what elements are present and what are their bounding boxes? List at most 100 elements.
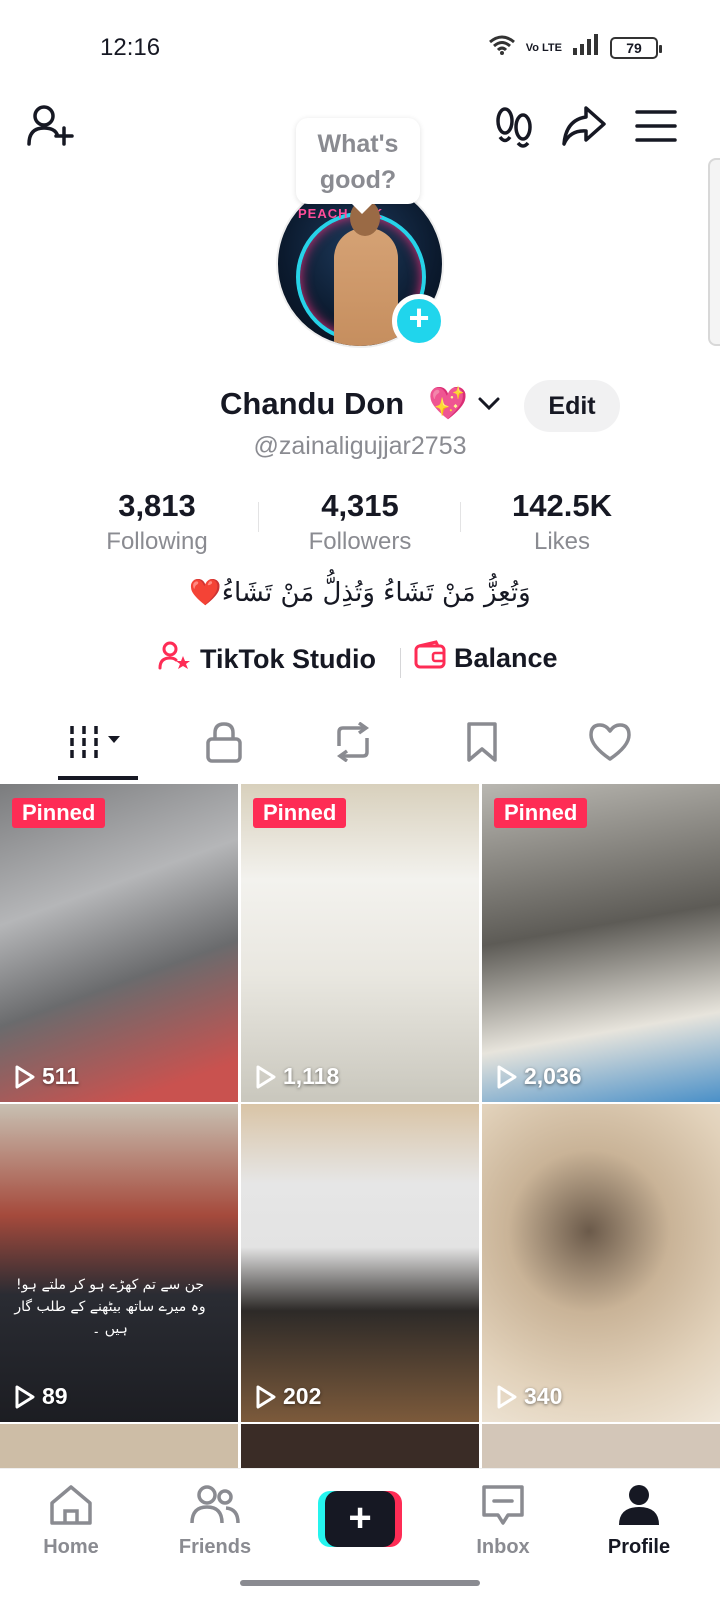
home-icon <box>50 1485 92 1525</box>
view-count-value: 2,036 <box>524 1063 582 1089</box>
side-scrollbar[interactable] <box>708 158 720 346</box>
grid-icon <box>68 722 128 767</box>
add-friend-icon[interactable] <box>24 100 76 152</box>
nav-friends-label: Friends <box>178 1536 252 1558</box>
content-tabs <box>0 712 720 780</box>
video-thumbnail[interactable]: Pinned 2,036 <box>482 784 720 1102</box>
repost-icon <box>331 721 375 767</box>
balance-link[interactable]: Balance <box>414 640 558 677</box>
avatar-person <box>334 228 398 346</box>
status-icons: Vo LTE 79 <box>488 34 662 61</box>
nav-home[interactable]: Home <box>16 1483 126 1559</box>
stats-row: 3,813 Following 4,315 Followers 142.5K L… <box>0 488 720 558</box>
nav-home-label: Home <box>43 1536 99 1558</box>
video-thumbnail[interactable] <box>241 1424 479 1468</box>
display-name: Chandu Don <box>220 386 405 421</box>
studio-label: TikTok Studio <box>200 644 377 674</box>
tab-reposts[interactable] <box>305 712 401 776</box>
link-divider <box>400 648 401 678</box>
footprints-icon[interactable] <box>488 100 540 152</box>
menu-icon[interactable] <box>630 100 682 152</box>
share-icon[interactable] <box>558 100 610 152</box>
view-count-value: 340 <box>524 1383 563 1409</box>
bookmark-icon <box>465 721 499 768</box>
pinned-badge: Pinned <box>12 798 106 828</box>
view-count-value: 202 <box>283 1383 322 1409</box>
view-count: 2,036 <box>496 1063 582 1090</box>
play-icon <box>15 1385 35 1408</box>
video-thumbnail[interactable] <box>482 1424 720 1468</box>
tiktok-studio-link[interactable]: TikTok Studio <box>158 640 376 679</box>
play-icon <box>497 1065 517 1088</box>
stat-value: 4,315 <box>321 488 399 523</box>
video-thumbnail[interactable] <box>0 1424 238 1468</box>
lock-icon <box>205 721 243 768</box>
stat-value: 3,813 <box>118 488 196 523</box>
stat-divider <box>258 502 259 532</box>
pinned-badge: Pinned <box>253 798 347 828</box>
stat-label: Followers <box>308 528 412 555</box>
chevron-down-icon[interactable] <box>476 394 502 419</box>
stat-likes[interactable]: 142.5K Likes <box>462 488 662 556</box>
play-icon <box>15 1065 35 1088</box>
video-thumbnail[interactable]: Pinned 1,118 <box>241 784 479 1102</box>
view-count: 1,118 <box>255 1063 339 1090</box>
play-icon <box>256 1065 276 1088</box>
home-indicator[interactable] <box>240 1580 480 1586</box>
view-count-value: 511 <box>42 1063 80 1089</box>
add-story-button[interactable]: + <box>392 294 446 348</box>
tab-favorites[interactable] <box>434 712 530 776</box>
stat-label: Likes <box>533 528 591 555</box>
profile-links: TikTok Studio Balance <box>0 640 720 686</box>
profile-icon <box>619 1485 659 1525</box>
stat-divider <box>460 502 461 532</box>
stat-following[interactable]: 3,813 Following <box>57 488 257 556</box>
battery-icon: 79 <box>610 36 662 59</box>
tab-private[interactable] <box>176 712 272 776</box>
studio-icon <box>158 640 192 679</box>
video-caption-overlay: جن سے تم کھڑے ہو کر ملتے ہو! وہ میرے سات… <box>14 1277 206 1337</box>
stat-label: Following <box>106 528 208 555</box>
play-icon <box>256 1385 276 1408</box>
balance-label: Balance <box>454 643 558 673</box>
status-time: 12:16 <box>100 34 161 61</box>
signal-icon <box>572 34 600 61</box>
heart-outline-icon <box>588 722 632 767</box>
view-count: 511 <box>14 1063 79 1090</box>
nav-inbox[interactable]: Inbox <box>448 1483 558 1559</box>
view-count: 340 <box>496 1383 562 1410</box>
nav-friends[interactable]: Friends <box>160 1483 270 1559</box>
bio: وَتُعِزُّ مَنْ تَشَاءُ وَتُذِلُّ مَنْ تَ… <box>189 578 531 608</box>
video-thumbnail[interactable]: 340 <box>482 1104 720 1422</box>
name-row: Chandu Don 💖 Edit <box>0 380 720 432</box>
view-count-value: 89 <box>42 1383 68 1409</box>
nav-profile[interactable]: Profile <box>584 1483 694 1559</box>
status-bar: 12:16 Vo LTE 79 <box>0 0 720 96</box>
volte-icon: Vo LTE <box>525 41 562 54</box>
plus-icon: + <box>325 1491 395 1547</box>
view-count: 202 <box>255 1383 321 1410</box>
username: @zainaligujjar2753 <box>253 432 467 460</box>
video-thumbnail[interactable]: جن سے تم کھڑے ہو کر ملتے ہو! وہ میرے سات… <box>0 1104 238 1422</box>
tab-videos[interactable] <box>50 712 146 776</box>
wifi-icon <box>488 34 516 61</box>
play-icon <box>497 1385 517 1408</box>
video-thumbnail[interactable]: Pinned 511 <box>0 784 238 1102</box>
inbox-icon <box>482 1485 524 1525</box>
nav-inbox-label: Inbox <box>476 1536 530 1558</box>
heart-emoji: 💖 <box>428 385 468 421</box>
tab-liked[interactable] <box>562 712 658 776</box>
status-bubble[interactable]: What's good? <box>296 118 420 214</box>
video-thumbnail[interactable]: 202 <box>241 1104 479 1422</box>
stat-followers[interactable]: 4,315 Followers <box>260 488 460 556</box>
view-count-value: 1,118 <box>283 1063 340 1089</box>
edit-button[interactable]: Edit <box>524 380 620 432</box>
stat-value: 142.5K <box>512 488 612 523</box>
create-button[interactable]: + <box>318 1491 402 1547</box>
pinned-badge: Pinned <box>494 798 588 828</box>
friends-icon <box>190 1485 240 1524</box>
tab-active-indicator <box>58 776 138 780</box>
nav-profile-label: Profile <box>607 1536 671 1558</box>
view-count: 89 <box>14 1383 68 1410</box>
wallet-icon <box>414 640 446 677</box>
